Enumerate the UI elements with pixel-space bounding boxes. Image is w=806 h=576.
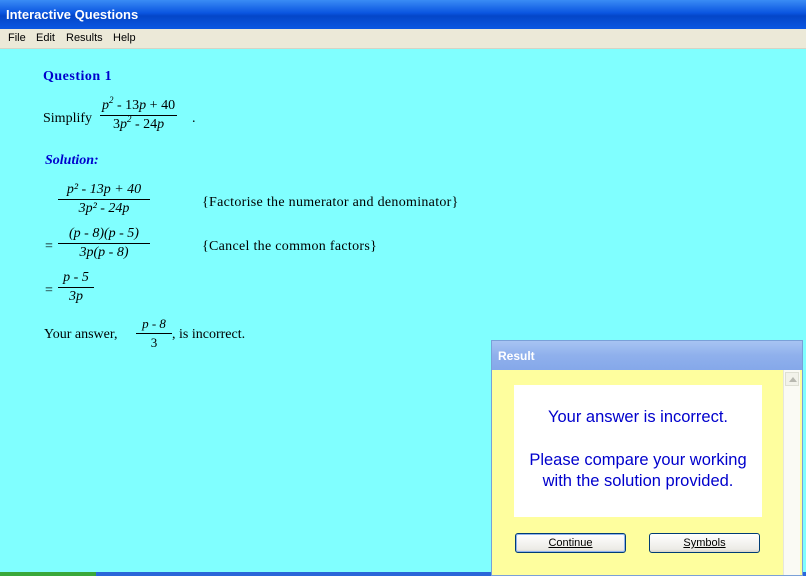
result-line1: Your answer is incorrect.: [547, 408, 729, 426]
window-title: Interactive Questions: [6, 7, 139, 22]
solution-title: Solution:: [45, 153, 99, 168]
app-window: Interactive Questions File Edit Results …: [0, 0, 806, 576]
dialog-title: Result: [498, 349, 535, 363]
solution-step3-denominator: 3p: [69, 289, 83, 304]
symbols-button[interactable]: Symbols: [649, 533, 760, 553]
menu-results[interactable]: Results: [66, 32, 103, 44]
question-prompt: Simplify: [43, 111, 93, 126]
menu-file[interactable]: File: [8, 32, 26, 44]
question-title: Question 1: [43, 69, 113, 84]
solution-step2-numerator: (p - 8)(p - 5): [58, 226, 150, 244]
solution-step1-denominator: 3p² - 24p: [78, 201, 130, 216]
question-numerator: p2 - 13p + 40: [100, 96, 178, 116]
result-line2: Please compare your working with the sol…: [529, 451, 747, 490]
solution-step2-note: {Cancel the common factors}: [202, 239, 378, 254]
solution-step2-fraction: (p - 8)(p - 5) 3p(p - 8): [58, 226, 150, 261]
chevron-up-icon: [789, 377, 797, 382]
question-period: .: [192, 111, 196, 126]
answer-prefix: Your answer,: [44, 327, 118, 342]
solution-step1-fraction: p² - 13p + 40 3p² - 24p: [58, 182, 150, 217]
answer-fraction: p - 8 3: [136, 316, 172, 351]
title-bar[interactable]: Interactive Questions: [0, 0, 806, 29]
solution-step1-numerator: p² - 13p + 40: [58, 182, 150, 200]
solution-step3-numerator: p - 5: [58, 270, 94, 288]
menu-bar: File Edit Results Help: [0, 29, 806, 49]
solution-step2-denominator: 3p(p - 8): [79, 245, 129, 260]
result-message: Your answer is incorrect. Please compare…: [514, 385, 762, 517]
continue-button[interactable]: Continue: [515, 533, 626, 553]
result-dialog: Result Your answer is incorrect. Please …: [491, 340, 803, 576]
dialog-scrollbar[interactable]: [783, 370, 800, 575]
equals-sign: =: [45, 283, 53, 298]
solution-step3-fraction: p - 5 3p: [58, 270, 94, 305]
menu-help[interactable]: Help: [113, 32, 136, 44]
scroll-up-button[interactable]: [785, 372, 799, 386]
question-denominator: 3p2 - 24p: [112, 114, 165, 133]
menu-edit[interactable]: Edit: [36, 32, 55, 44]
dialog-title-bar[interactable]: Result: [492, 341, 802, 370]
equals-sign: =: [45, 239, 53, 254]
answer-suffix: , is incorrect.: [172, 327, 246, 342]
answer-numerator: p - 8: [136, 316, 172, 334]
solution-step1-note: {Factorise the numerator and denominator…: [202, 195, 459, 210]
question-fraction: p2 - 13p + 40 3p2 - 24p: [100, 96, 178, 133]
answer-denominator: 3: [150, 335, 158, 350]
